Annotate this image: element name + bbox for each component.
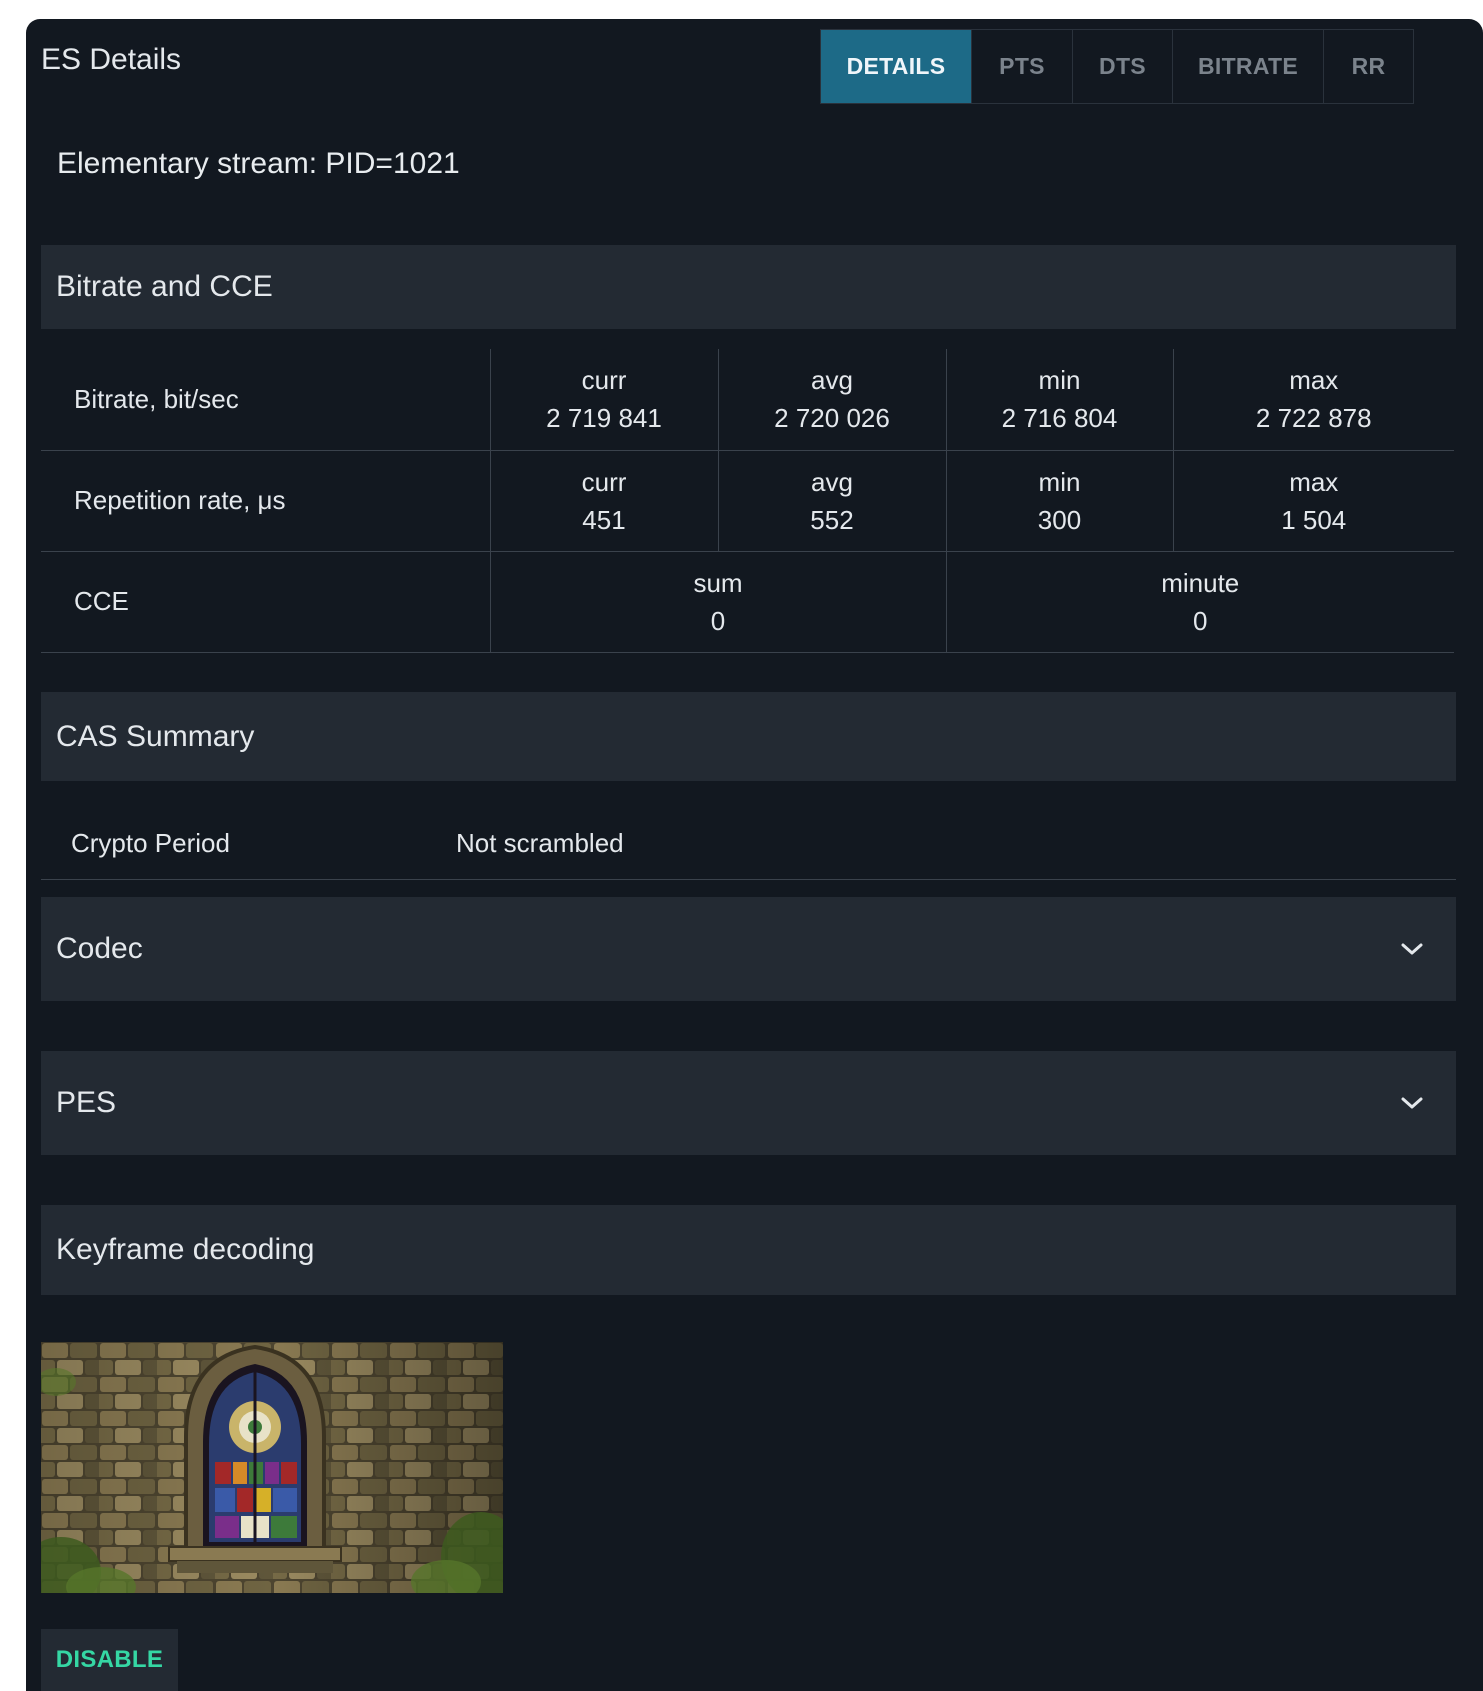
tab-rr[interactable]: RR — [1324, 30, 1413, 103]
stat-name: curr — [581, 365, 627, 396]
cas-value: Not scrambled — [456, 828, 624, 858]
tab-bitrate[interactable]: BITRATE — [1173, 30, 1324, 103]
stat-name: min — [1038, 466, 1081, 497]
keyframe-thumbnail — [41, 1342, 503, 1593]
stat-name: minute — [1161, 567, 1240, 598]
section-title: Keyframe decoding — [56, 1233, 315, 1266]
table-row-cce: CCE sum 0 minute 0 — [41, 551, 1454, 653]
section-title: CAS Summary — [56, 719, 255, 753]
section-pes[interactable]: PES — [41, 1051, 1456, 1155]
stat-cell-avg: avg 552 — [718, 450, 947, 552]
stat-cell-curr: curr 2 719 841 — [490, 349, 719, 451]
disable-button[interactable]: DISABLE — [41, 1629, 178, 1691]
stream-title: Elementary stream: PID=1021 — [57, 147, 460, 180]
stat-cell-avg: avg 2 720 026 — [718, 349, 947, 451]
stat-name: max — [1289, 466, 1339, 497]
stat-cell-min: min 2 716 804 — [946, 349, 1174, 451]
tab-dts[interactable]: DTS — [1073, 30, 1173, 103]
stat-value: 300 — [1037, 504, 1082, 535]
section-title: Bitrate and CCE — [56, 270, 273, 303]
section-title: Codec — [56, 932, 143, 965]
stat-cell-min: min 300 — [946, 450, 1174, 552]
tab-bar: DETAILS PTS DTS BITRATE RR — [820, 29, 1414, 104]
cas-key: Crypto Period — [71, 828, 230, 858]
tab-details[interactable]: DETAILS — [821, 30, 972, 103]
row-label: Bitrate, bit/sec — [41, 349, 491, 451]
row-label: Repetition rate, μs — [41, 450, 491, 552]
stat-value: 1 504 — [1281, 504, 1347, 535]
stat-value: 451 — [582, 504, 626, 535]
stat-cell-minute: minute 0 — [946, 551, 1454, 653]
chevron-down-icon[interactable] — [1398, 935, 1426, 963]
tab-pts[interactable]: PTS — [972, 30, 1073, 103]
table-row-repetition: Repetition rate, μs curr 451 avg 552 min 30… — [41, 450, 1454, 552]
stat-cell-max: max 2 722 878 — [1173, 349, 1454, 451]
stat-name: avg — [811, 365, 853, 396]
stat-value: 0 — [1193, 605, 1208, 636]
stat-value: 2 722 878 — [1255, 403, 1372, 434]
panel-title: ES Details — [41, 43, 182, 76]
stat-value: 2 719 841 — [546, 403, 662, 434]
section-keyframe-decoding: Keyframe decoding — [41, 1205, 1456, 1295]
stat-value: 0 — [710, 605, 726, 636]
bitrate-cce-table: Bitrate, bit/sec curr 2 719 841 avg 2 720 … — [41, 349, 1454, 653]
stat-value: 552 — [810, 504, 854, 535]
stat-name: curr — [581, 466, 627, 497]
stat-name: sum — [693, 567, 743, 598]
stat-name: avg — [811, 466, 853, 497]
stat-cell-sum: sum 0 — [490, 551, 947, 653]
table-row-bitrate: Bitrate, bit/sec curr 2 719 841 avg 2 720 … — [41, 349, 1454, 451]
section-codec[interactable]: Codec — [41, 897, 1456, 1001]
es-details-panel: ES Details DETAILS PTS DTS BITRATE RR El… — [26, 19, 1483, 1691]
stat-value: 2 720 026 — [774, 403, 890, 434]
stat-value: 2 716 804 — [1001, 403, 1118, 434]
section-bitrate-cce: Bitrate and CCE — [41, 245, 1456, 329]
stat-name: min — [1038, 365, 1081, 396]
stat-cell-curr: curr 451 — [490, 450, 719, 552]
cas-row-crypto-period: Crypto Period Not scrambled — [41, 804, 1456, 880]
section-cas-summary: CAS Summary — [41, 692, 1456, 781]
stat-name: max — [1289, 365, 1339, 396]
chevron-down-icon[interactable] — [1398, 1089, 1426, 1117]
stat-cell-max: max 1 504 — [1173, 450, 1454, 552]
section-title: PES — [56, 1086, 117, 1119]
row-label: CCE — [41, 551, 491, 653]
